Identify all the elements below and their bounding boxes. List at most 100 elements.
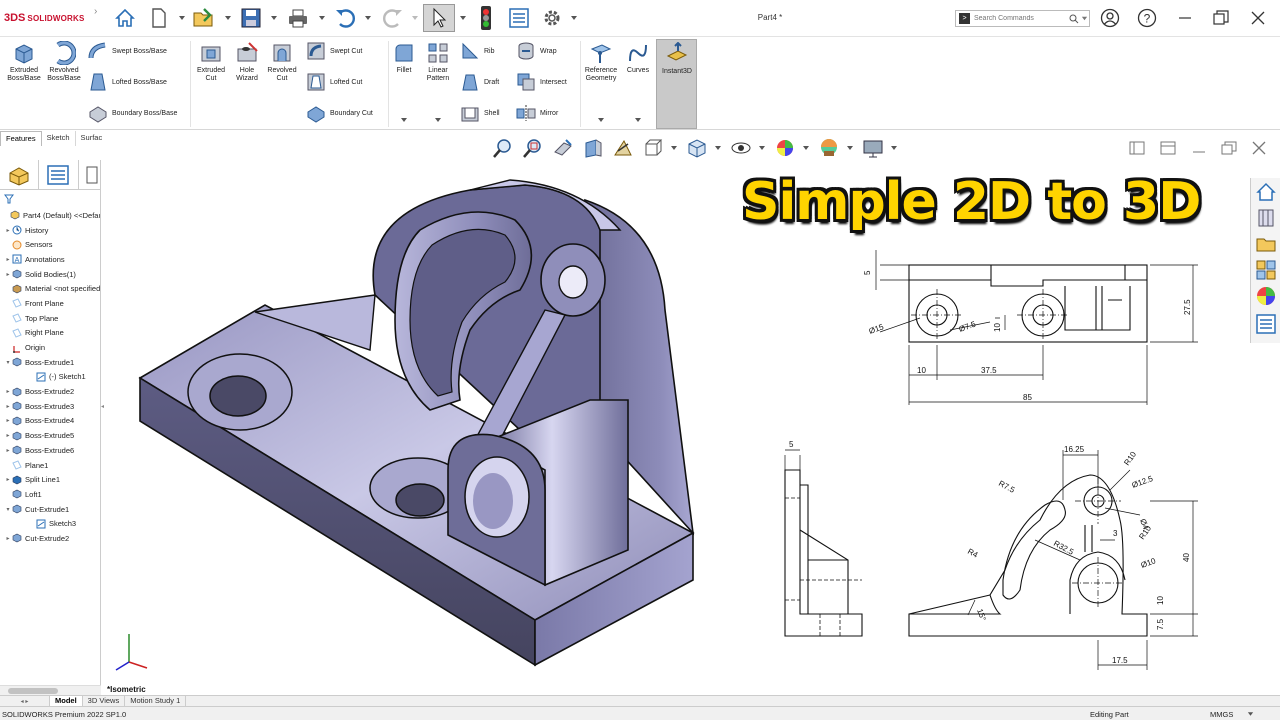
tree-item[interactable]: ▸ Boss-Extrude3 xyxy=(0,399,100,414)
tree-item[interactable]: Right Plane xyxy=(0,326,100,341)
tree-item[interactable]: Material <not specified> xyxy=(0,281,100,296)
revolved-cut-button[interactable]: Revolved Cut xyxy=(264,41,300,83)
undo-icon[interactable] xyxy=(331,4,359,32)
restore-icon[interactable] xyxy=(1208,6,1234,30)
draft-button[interactable]: Draft xyxy=(460,72,499,92)
reference-geometry-button[interactable]: Reference Geometry xyxy=(582,41,620,83)
tree-item[interactable]: ▸ History xyxy=(0,223,100,238)
redo-caret-icon[interactable] xyxy=(411,14,419,22)
search-caret-icon[interactable] xyxy=(1081,15,1088,22)
solidworks-logo[interactable]: 3DS SOLIDWORKS xyxy=(4,11,85,25)
extruded-cut-button[interactable]: Extruded Cut xyxy=(192,41,230,83)
print-icon[interactable] xyxy=(284,4,312,32)
base-hole-2[interactable] xyxy=(395,483,445,517)
intersect-button[interactable]: Intersect xyxy=(516,72,567,92)
swept-cut-button[interactable]: Swept Cut xyxy=(306,41,362,61)
fillet-caret-icon[interactable] xyxy=(400,117,408,123)
curves-button[interactable]: Curves xyxy=(622,41,654,75)
scene-caret-icon[interactable] xyxy=(846,145,854,151)
tree-item[interactable]: Front Plane xyxy=(0,296,100,311)
extruded-boss-button[interactable]: Extruded Boss/Base xyxy=(4,41,44,83)
view-orientation-icon[interactable] xyxy=(640,135,666,161)
search-icon[interactable] xyxy=(1069,14,1079,24)
filter-icon[interactable] xyxy=(4,194,14,204)
viewport-close-icon[interactable] xyxy=(1250,140,1268,156)
viewport-minimize-icon[interactable] xyxy=(1190,140,1208,156)
tree-expander-icon[interactable]: ▸ xyxy=(4,476,12,483)
tree-expander-icon[interactable]: ▸ xyxy=(4,447,12,454)
appearances-icon[interactable] xyxy=(1255,285,1277,307)
save-caret-icon[interactable] xyxy=(270,14,278,22)
tree-expander-icon[interactable]: ▸ xyxy=(4,388,12,395)
zoom-to-area-icon[interactable] xyxy=(520,135,546,161)
rebuild-icon[interactable] xyxy=(472,4,500,32)
feature-manager-tab-icon[interactable] xyxy=(6,163,32,187)
tree-expander-icon[interactable]: ▾ xyxy=(4,506,12,513)
user-icon[interactable] xyxy=(1097,6,1123,30)
tree-item[interactable]: ▸ Boss-Extrude4 xyxy=(0,414,100,429)
tree-item[interactable]: ▸ Boss-Extrude2 xyxy=(0,384,100,399)
panel-collapse-icon[interactable]: ◂ xyxy=(101,403,106,423)
zoom-to-fit-icon[interactable] xyxy=(490,135,516,161)
tree-item[interactable]: ▸ Cut-Extrude2 xyxy=(0,531,100,546)
dynamic-annotation-icon[interactable] xyxy=(610,135,636,161)
pattern-caret-icon[interactable] xyxy=(434,117,442,123)
hide-show-items-icon[interactable] xyxy=(728,135,754,161)
undo-caret-icon[interactable] xyxy=(364,14,372,22)
appearance-caret-icon[interactable] xyxy=(802,145,810,151)
small-boss-hole[interactable] xyxy=(558,265,588,299)
view-palette-icon[interactable] xyxy=(1255,259,1277,281)
minimize-icon[interactable] xyxy=(1172,6,1198,30)
search-commands[interactable]: > xyxy=(955,10,1090,27)
tree-expander-icon[interactable]: ▸ xyxy=(4,271,12,278)
shell-button[interactable]: Shell xyxy=(460,103,500,123)
expand-menu-icon[interactable]: › xyxy=(94,6,102,30)
design-library-icon[interactable] xyxy=(1255,207,1277,229)
tree-item[interactable]: (-) Sketch1 xyxy=(0,370,100,385)
linear-pattern-button[interactable]: Linear Pattern xyxy=(420,41,456,83)
view-settings-icon[interactable] xyxy=(860,135,886,161)
tree-item[interactable]: ▾ Cut-Extrude1 xyxy=(0,502,100,517)
tree-item[interactable]: ▸ A Annotations xyxy=(0,252,100,267)
tree-item[interactable]: Top Plane xyxy=(0,311,100,326)
panel-scrollbar[interactable] xyxy=(0,685,101,695)
3d-part-model[interactable] xyxy=(138,179,695,667)
instant3d-button[interactable]: Instant3D xyxy=(656,39,697,129)
tree-item[interactable]: ▸ Solid Bodies(1) xyxy=(0,267,100,282)
tree-item[interactable]: Sketch3 xyxy=(0,516,100,531)
tree-item[interactable]: ▾ Boss-Extrude1 xyxy=(0,355,100,370)
section-view-icon[interactable] xyxy=(580,135,606,161)
help-icon[interactable]: ? xyxy=(1134,6,1160,30)
open-caret-icon[interactable] xyxy=(224,14,232,22)
tree-item[interactable]: ▸ Boss-Extrude5 xyxy=(0,428,100,443)
home-icon[interactable] xyxy=(111,4,139,32)
panel-scroll-thumb[interactable] xyxy=(8,688,58,694)
reference-caret-icon[interactable] xyxy=(597,117,605,123)
custom-properties-icon[interactable] xyxy=(1255,313,1277,335)
lofted-boss-button[interactable]: Lofted Boss/Base xyxy=(88,72,167,92)
hole-wizard-button[interactable]: Hole Wizard xyxy=(230,41,264,83)
lofted-cut-button[interactable]: Lofted Cut xyxy=(306,72,362,92)
wrap-button[interactable]: Wrap xyxy=(516,41,557,61)
previous-view-icon[interactable] xyxy=(550,135,576,161)
select-icon[interactable] xyxy=(423,4,455,32)
options-caret-icon[interactable] xyxy=(570,14,578,22)
tree-item[interactable]: ▸ Boss-Extrude6 xyxy=(0,443,100,458)
viewport-restore-icon[interactable] xyxy=(1220,140,1238,156)
display-style-caret-icon[interactable] xyxy=(714,145,722,151)
tree-item[interactable]: Origin xyxy=(0,340,100,355)
boundary-cut-button[interactable]: Boundary Cut xyxy=(306,103,373,123)
file-properties-icon[interactable] xyxy=(505,4,533,32)
select-caret-icon[interactable] xyxy=(459,14,467,22)
revolved-boss-button[interactable]: Revolved Boss/Base xyxy=(44,41,84,83)
save-icon[interactable] xyxy=(237,4,265,32)
tree-expander-icon[interactable]: ▸ xyxy=(4,256,12,263)
new-caret-icon[interactable] xyxy=(178,14,186,22)
viewport-tile-right-icon[interactable] xyxy=(1159,140,1177,156)
status-units[interactable]: MMGS xyxy=(1210,710,1233,719)
solidworks-resources-icon[interactable] xyxy=(1255,181,1277,203)
view-orientation-caret-icon[interactable] xyxy=(670,145,678,151)
tree-item[interactable]: Loft1 xyxy=(0,487,100,502)
tree-item[interactable]: ▸ Split Line1 xyxy=(0,472,100,487)
tree-expander-icon[interactable]: ▸ xyxy=(4,417,12,424)
